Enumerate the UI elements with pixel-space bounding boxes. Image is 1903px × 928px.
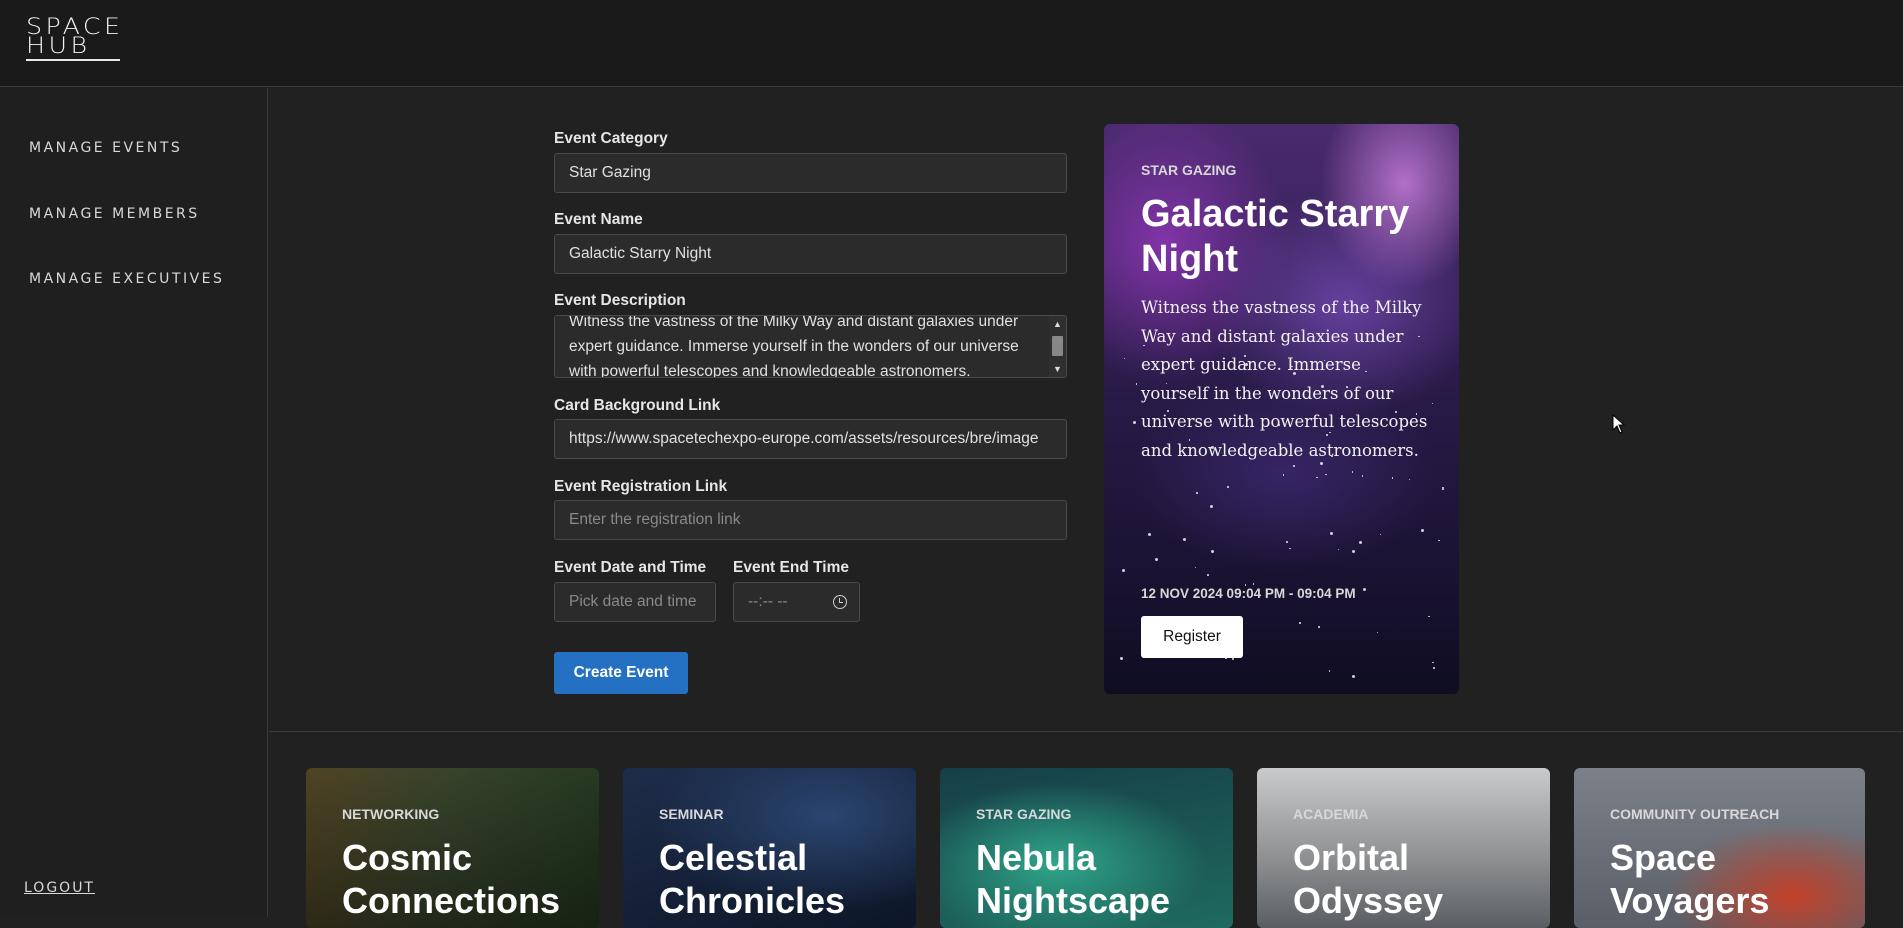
star-dot (1318, 626, 1320, 628)
top-header: SPACE HUB (0, 0, 1903, 87)
event-card-title: Cosmic Connections (342, 836, 599, 922)
preview-date: 12 NOV 2024 09:04 PM - 09:04 PM (1141, 586, 1356, 601)
event-name-label: Event Name (554, 211, 643, 229)
event-card[interactable]: ACADEMIA Orbital Odyssey (1257, 768, 1550, 928)
clock-icon[interactable] (833, 595, 847, 609)
star-dot (1330, 532, 1333, 535)
star-dot (1211, 550, 1214, 553)
card-background-label: Card Background Link (554, 397, 720, 415)
event-card-title: Orbital Odyssey (1293, 836, 1550, 922)
star-dot (1352, 550, 1355, 553)
star-dot (1207, 574, 1209, 576)
star-dot (1136, 383, 1138, 385)
star-dot (1210, 505, 1213, 508)
star-dot (1392, 477, 1394, 479)
star-dot (1432, 403, 1434, 405)
event-card-category: NETWORKING (342, 806, 439, 822)
star-dot (1359, 541, 1362, 544)
star-dot (1442, 488, 1444, 490)
event-description-label: Event Description (554, 292, 686, 310)
logout-link[interactable]: LOGOUT (24, 880, 95, 896)
event-card-category: ACADEMIA (1293, 806, 1368, 822)
event-card-category: STAR GAZING (976, 806, 1071, 822)
preview-category: STAR GAZING (1141, 162, 1236, 178)
mouse-cursor-icon (1612, 414, 1626, 434)
event-preview-card: STAR GAZING Galactic Starry Night Witnes… (1104, 124, 1459, 694)
star-dot (1325, 474, 1327, 476)
event-registration-input[interactable]: Enter the registration link (554, 500, 1067, 540)
event-endtime-placeholder: --:-- -- (748, 593, 788, 610)
star-dot (1286, 541, 1288, 543)
scroll-up-arrow-icon[interactable]: ▲ (1053, 319, 1062, 329)
textarea-scrollbar[interactable]: ▲ ▼ (1049, 316, 1066, 377)
star-dot (1232, 658, 1234, 660)
event-registration-label: Event Registration Link (554, 478, 727, 496)
star-dot (1227, 486, 1229, 488)
event-card-category: COMMUNITY OUTREACH (1610, 806, 1779, 822)
star-dot (1183, 538, 1186, 541)
event-card-category: SEMINAR (659, 806, 724, 822)
preview-description: Witness the vastness of the Milky Way an… (1141, 294, 1431, 465)
star-dot (1432, 662, 1434, 664)
star-dot (1133, 421, 1136, 424)
event-card[interactable]: STAR GAZING Nebula Nightscape (940, 768, 1233, 928)
star-dot (1362, 475, 1364, 477)
star-dot (1442, 487, 1444, 489)
star-dot (1433, 667, 1435, 669)
star-dot (1299, 622, 1301, 624)
scrollbar-thumb[interactable] (1052, 336, 1063, 356)
create-event-button[interactable]: Create Event (554, 652, 688, 694)
star-dot (1363, 588, 1366, 591)
event-description-textarea[interactable]: Witness the vastness of the Milky Way an… (554, 315, 1067, 378)
star-dot (1421, 529, 1424, 532)
event-category-label: Event Category (554, 130, 668, 148)
star-dot (1428, 616, 1430, 618)
star-dot (1316, 477, 1318, 479)
event-datetime-label: Event Date and Time (554, 559, 706, 577)
star-dot (1352, 675, 1355, 678)
star-dot (1122, 569, 1125, 572)
star-dot (1352, 471, 1354, 473)
scroll-down-arrow-icon[interactable]: ▼ (1053, 364, 1062, 374)
sidebar-item-manage-members[interactable]: MANAGE MEMBERS (29, 206, 200, 222)
logo-line-2: HUB (26, 37, 164, 56)
event-card-title: Nebula Nightscape (976, 836, 1233, 922)
card-background-input[interactable]: https://www.spacetechexpo-europe.com/ass… (554, 419, 1067, 459)
space-hub-logo[interactable]: SPACE HUB (26, 18, 146, 64)
event-description-text: Witness the vastness of the Milky Way an… (569, 315, 1047, 378)
event-card[interactable]: SEMINAR Celestial Chronicles (623, 768, 916, 928)
event-card[interactable]: NETWORKING Cosmic Connections (306, 768, 599, 928)
logo-underline (26, 59, 120, 61)
event-datetime-input[interactable]: Pick date and time (554, 582, 716, 622)
star-dot (1155, 558, 1158, 561)
star-dot (1253, 583, 1255, 585)
event-card-title: Space Voyagers (1610, 836, 1865, 922)
star-dot (1377, 632, 1379, 634)
star-dot (1438, 540, 1440, 542)
star-dot (1409, 479, 1411, 481)
event-card[interactable]: COMMUNITY OUTREACH Space Voyagers (1574, 768, 1865, 928)
sidebar-item-manage-executives[interactable]: MANAGE EXECUTIVES (29, 271, 224, 287)
event-card-title: Celestial Chronicles (659, 836, 916, 922)
register-button[interactable]: Register (1141, 616, 1243, 658)
star-dot (1196, 492, 1198, 494)
star-dot (1120, 657, 1123, 660)
event-name-input[interactable]: Galactic Starry Night (554, 234, 1067, 274)
event-endtime-input[interactable]: --:-- -- (733, 582, 860, 622)
event-endtime-label: Event End Time (733, 559, 849, 577)
preview-title: Galactic Starry Night (1141, 192, 1441, 282)
sidebar-item-manage-events[interactable]: MANAGE EVENTS (29, 140, 182, 156)
star-dot (1195, 567, 1197, 569)
event-category-input[interactable]: Star Gazing (554, 153, 1067, 193)
section-divider (269, 731, 1903, 732)
sidebar: MANAGE EVENTS MANAGE MEMBERS MANAGE EXEC… (0, 88, 268, 917)
star-dot (1289, 548, 1291, 550)
star-dot (1329, 670, 1331, 672)
star-dot (1148, 533, 1151, 536)
star-dot (1293, 465, 1295, 467)
star-dot (1380, 534, 1382, 536)
star-dot (1338, 549, 1340, 551)
star-dot (1283, 474, 1285, 476)
star-dot (1124, 358, 1126, 360)
